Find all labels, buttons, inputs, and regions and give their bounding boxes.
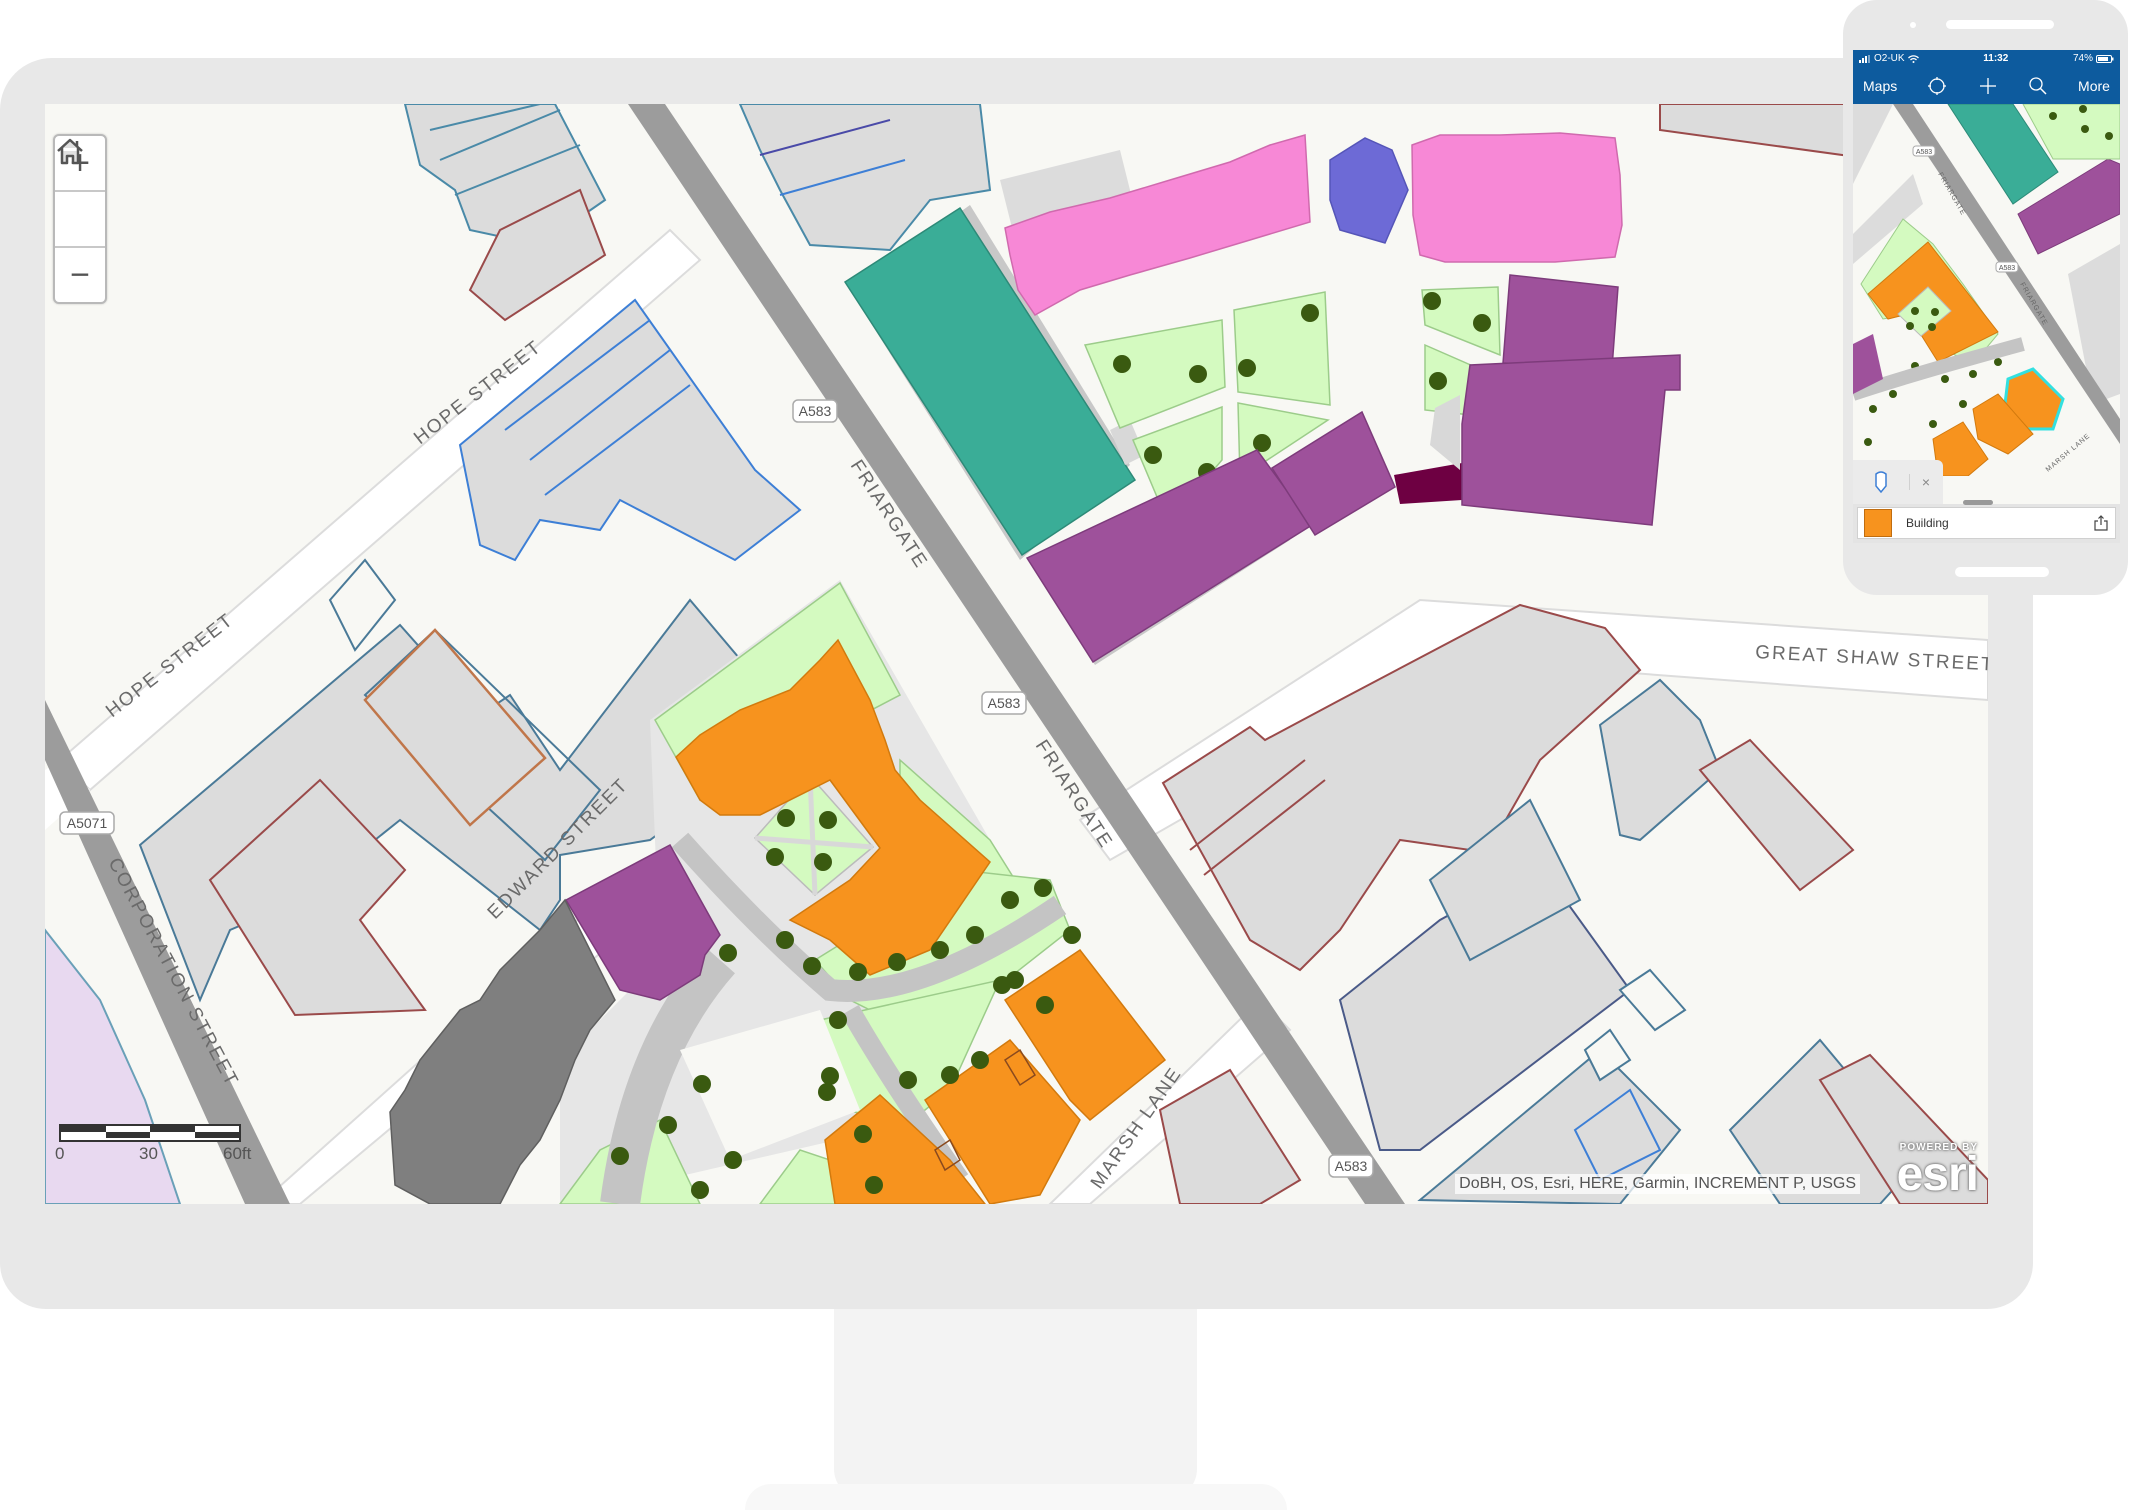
- search-button[interactable]: [2028, 76, 2048, 96]
- esri-logo-text: esri: [1896, 1147, 1979, 1201]
- close-popup-button[interactable]: ×: [1909, 474, 1942, 490]
- phone-road-shield-1: A583: [1912, 145, 1936, 157]
- home-icon: [57, 138, 83, 165]
- phone-app-screen: O2-UK 11:32 74% Maps More A583 A583 FRIA…: [1853, 50, 2120, 543]
- feature-label: Building: [1906, 516, 1949, 530]
- phone-status-bar: O2-UK 11:32 74%: [1853, 50, 2120, 67]
- scale-bar: 0 30 60ft: [55, 1124, 251, 1166]
- svg-text:A583: A583: [988, 695, 1021, 711]
- feature-sheet: Building: [1853, 500, 2120, 543]
- phone-road-shield-2: A583: [1995, 261, 2019, 273]
- locate-icon: [1928, 76, 1947, 95]
- feature-card[interactable]: Building: [1857, 507, 2116, 539]
- minus-icon: −: [70, 256, 90, 294]
- share-icon: [2094, 515, 2108, 531]
- phone-map-view[interactable]: A583 A583 FRIARGATE FRIARGATE MARSH LANE: [1853, 104, 2120, 476]
- sheet-drag-handle[interactable]: [1963, 500, 1993, 505]
- battery-icon: [2095, 54, 2114, 63]
- scale-label-60: 60ft: [223, 1144, 252, 1163]
- phone-home-indicator: [1955, 567, 2049, 577]
- scale-label-30: 30: [139, 1144, 158, 1163]
- road-shield-a583-1: A583: [792, 399, 838, 423]
- svg-text:A5071: A5071: [67, 815, 108, 831]
- svg-text:A583: A583: [1999, 265, 2015, 272]
- esri-logo[interactable]: POWERED BY esri: [1896, 1142, 1979, 1201]
- home-button[interactable]: [55, 138, 105, 248]
- desktop-map-view[interactable]: A583 A583 A583 A5071 HOPE STREET HOPE ST…: [45, 104, 1988, 1204]
- wifi-icon: [1907, 54, 1919, 63]
- add-button[interactable]: [1978, 76, 1998, 96]
- pin-button[interactable]: [1853, 471, 1909, 493]
- signal-icon: [1859, 54, 1870, 63]
- battery-percent: 74%: [2072, 53, 2093, 64]
- phone-map-canvas[interactable]: A583 A583 FRIARGATE FRIARGATE MARSH LANE: [1853, 104, 2120, 476]
- road-shield-a5071: A5071: [59, 811, 115, 835]
- scale-bar-graphic: [59, 1124, 241, 1142]
- map-attribution[interactable]: DoBH, OS, Esri, HERE, Garmin, INCREMENT …: [1455, 1174, 1860, 1194]
- building-pink-2: [1411, 132, 1623, 263]
- phone-speaker: [1946, 20, 2054, 29]
- scale-label-0: 0: [55, 1144, 65, 1163]
- feature-symbol-swatch: [1864, 509, 1892, 537]
- popup-tab: ×: [1853, 460, 1943, 504]
- phone-nav-bar: Maps More: [1853, 67, 2120, 104]
- monitor-stand: [834, 1309, 1197, 1499]
- maps-button[interactable]: Maps: [1863, 78, 1897, 94]
- svg-text:A583: A583: [1335, 1158, 1368, 1174]
- more-button[interactable]: More: [2078, 78, 2110, 94]
- monitor-stand-base: [745, 1484, 1287, 1510]
- svg-text:A583: A583: [799, 403, 832, 419]
- map-canvas[interactable]: A583 A583 A583 A5071 HOPE STREET HOPE ST…: [45, 104, 1988, 1204]
- road-shield-a583-3: A583: [1328, 1154, 1374, 1178]
- zoom-out-button[interactable]: −: [55, 248, 105, 302]
- pin-icon: [1875, 471, 1887, 493]
- status-time: 11:32: [1983, 53, 2009, 64]
- carrier-name: O2-UK: [1874, 53, 1905, 64]
- road-shield-a583-2: A583: [981, 691, 1027, 715]
- svg-text:A583: A583: [1916, 149, 1932, 156]
- plus-icon: [1979, 77, 1996, 94]
- locate-button[interactable]: [1927, 76, 1947, 96]
- zoom-controls: + −: [53, 134, 107, 304]
- search-icon: [2029, 76, 2047, 95]
- phone-camera: [1910, 22, 1916, 28]
- share-button[interactable]: [2087, 515, 2115, 531]
